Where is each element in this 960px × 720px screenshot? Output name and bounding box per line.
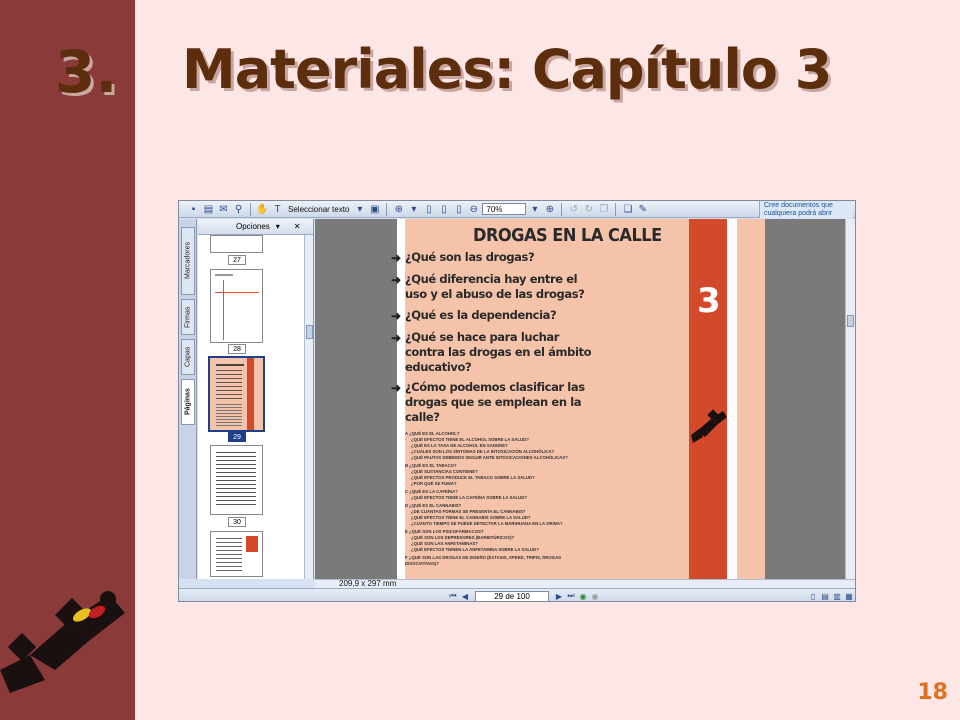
dropdown-arrow-icon[interactable]: ▾: [353, 203, 366, 216]
subtopic-item: ¿QUÉ EFECTOS TIENE LA CAFEÍNA SOBRE LA S…: [411, 495, 527, 500]
save-icon[interactable]: ▪: [187, 203, 200, 216]
runner-logo-icon: [691, 409, 727, 443]
subtopic-item: ¿QUÉ EFECTOS TIENEN LA ANFETAMINA SOBRE …: [411, 547, 539, 552]
thumbnails-scrollbar[interactable]: [304, 235, 313, 579]
tab-bookmarks[interactable]: Marcadores: [181, 227, 195, 295]
arrow-icon: ➜: [391, 381, 402, 395]
email-icon[interactable]: ✉: [217, 203, 230, 216]
zoom-out-icon[interactable]: ⊖: [467, 203, 480, 216]
page-thumbnail-label: 30: [228, 517, 246, 527]
close-icon[interactable]: ✕: [294, 222, 301, 231]
question-item: ¿Qué diferencia hay entre el uso y el ab…: [405, 272, 585, 301]
question-item: ¿Qué son las drogas?: [405, 250, 535, 264]
go-back-icon[interactable]: ◉: [577, 591, 589, 602]
arrow-icon: ➜: [391, 331, 402, 345]
next-page-icon[interactable]: ▶: [553, 591, 565, 602]
thumbnails-panel: Opciones ▾ ✕ 27 28 29 30: [198, 219, 314, 579]
page-size-label: 209,9 x 297 mm: [339, 579, 397, 588]
text-select-icon[interactable]: T: [271, 203, 284, 216]
document-viewer[interactable]: DROGAS EN LA CALLE ➜ ¿Qué son las drogas…: [315, 219, 855, 579]
tab-pages[interactable]: Páginas: [181, 379, 195, 425]
toolbar-divider: [386, 202, 388, 216]
zoom-in-icon[interactable]: ⊕: [543, 203, 556, 216]
last-page-icon[interactable]: ⏭: [565, 591, 577, 602]
status-bar: ⏮ ◀ 29 de 100 ▶ ⏭ ◉ ◉ ▯ ▤ ▥ ▦: [179, 588, 855, 602]
zoom-input[interactable]: 70%: [482, 203, 527, 215]
dropdown-arrow-icon[interactable]: ▾: [276, 222, 280, 231]
page-number-input[interactable]: 29 de 100: [475, 590, 549, 601]
question-item: ¿Qué es la dependencia?: [405, 308, 557, 322]
hand-tool-icon[interactable]: ✋: [256, 203, 269, 216]
toolbar-divider: [250, 202, 251, 216]
actual-size-icon[interactable]: ▯: [422, 203, 435, 216]
create-pdf-icon[interactable]: ❏: [621, 203, 634, 216]
subtopic-item: ¿CUÁNTO TIEMPO SE PUEDE DETECTAR LA MARI…: [411, 521, 563, 526]
facing-view-icon[interactable]: ▥: [831, 591, 843, 602]
first-page-icon[interactable]: ⏮: [447, 591, 459, 602]
go-forward-icon[interactable]: ◉: [589, 591, 601, 602]
toolbar: ▪ ▤ ✉ ⚲ ✋ T Seleccionar texto ▾ ▣ ⊕ ▾ ▯ …: [179, 201, 855, 218]
document-title: DROGAS EN LA CALLE: [473, 225, 662, 246]
arrow-icon: ➜: [391, 251, 402, 265]
page-thumbnail-31[interactable]: [210, 531, 263, 577]
thumbnails-header: Opciones ▾ ✕: [198, 219, 313, 235]
subtopic-heading: F ¿QUÉ SON LAS DROGAS DE DISEÑO (ÉXTASIS…: [405, 555, 562, 566]
question-item: ¿Qué se hace para luchar contra las drog…: [405, 330, 592, 374]
continuous-view-icon[interactable]: ▤: [819, 591, 831, 602]
previous-page-icon[interactable]: ◀: [459, 591, 471, 602]
scrollbar-thumb[interactable]: [847, 315, 854, 327]
zoom-in-tool-icon[interactable]: ⊕: [392, 203, 405, 216]
pdf-reader-screenshot: ▪ ▤ ✉ ⚲ ✋ T Seleccionar texto ▾ ▣ ⊕ ▾ ▯ …: [178, 200, 856, 602]
slide-section-number: 3.: [55, 38, 118, 106]
page-thumbnail-label: 27: [228, 255, 246, 265]
rotate-right-icon[interactable]: ↻: [582, 203, 595, 216]
page-thumbnail-label: 28: [228, 344, 246, 354]
toolbar-divider: [561, 202, 563, 216]
arrow-icon: ➜: [391, 273, 402, 287]
chapter-number: 3: [697, 281, 721, 321]
page-thumbnail-28[interactable]: [210, 269, 263, 343]
options-menu[interactable]: Opciones: [236, 222, 270, 231]
search-icon[interactable]: ⚲: [232, 203, 245, 216]
promo-link[interactable]: Cree documentos que cualquiera podrá abr…: [759, 201, 853, 218]
tab-signatures[interactable]: Firmas: [181, 299, 195, 335]
slide-title: Materiales: Capítulo 3: [182, 38, 832, 101]
page-thumbnail-27[interactable]: [210, 235, 263, 253]
print-icon[interactable]: ▤: [202, 203, 215, 216]
viewer-scrollbar[interactable]: [845, 219, 855, 579]
select-text-button[interactable]: Seleccionar texto: [286, 205, 351, 214]
continuous-facing-view-icon[interactable]: ▦: [843, 591, 855, 602]
toolbar-divider: [615, 202, 617, 216]
question-item: ¿Cómo podemos clasificar las drogas que …: [405, 380, 585, 424]
runner-logo-icon: [0, 591, 125, 693]
subtopic-item: ¿POR QUÉ SE FUMA?: [411, 481, 457, 486]
sign-icon[interactable]: ✎: [636, 203, 649, 216]
fit-page-icon[interactable]: ▯: [437, 203, 450, 216]
tab-layers[interactable]: Capas: [181, 339, 195, 375]
subtopic-item: ¿QUÉ PAUTAS DEBEMOS SEGUIR ANTE INTOXICA…: [411, 455, 568, 460]
slide-page-number: 18: [917, 680, 948, 705]
scrollbar-thumb[interactable]: [306, 325, 313, 339]
copy-icon[interactable]: ❐: [597, 203, 610, 216]
chapter-strip: [689, 219, 727, 579]
page-thumbnail-29[interactable]: [210, 358, 263, 430]
fit-width-icon[interactable]: ▯: [452, 203, 465, 216]
dropdown-arrow-icon[interactable]: ▾: [407, 203, 420, 216]
side-tab-bar: Marcadores Firmas Capas Páginas: [179, 219, 197, 579]
page-thumbnail-30[interactable]: [210, 445, 263, 515]
page-margin: [727, 219, 737, 579]
single-page-view-icon[interactable]: ▯: [807, 591, 819, 602]
subtopic-list: A ¿QUÉ ES EL ALCOHOL? ¿QUÉ EFECTOS TIENE…: [405, 429, 595, 567]
arrow-icon: ➜: [391, 309, 402, 323]
rotate-left-icon[interactable]: ↺: [567, 203, 580, 216]
snapshot-icon[interactable]: ▣: [368, 203, 381, 216]
page-thumbnail-label: 29: [228, 432, 246, 442]
dropdown-arrow-icon[interactable]: ▾: [528, 203, 541, 216]
